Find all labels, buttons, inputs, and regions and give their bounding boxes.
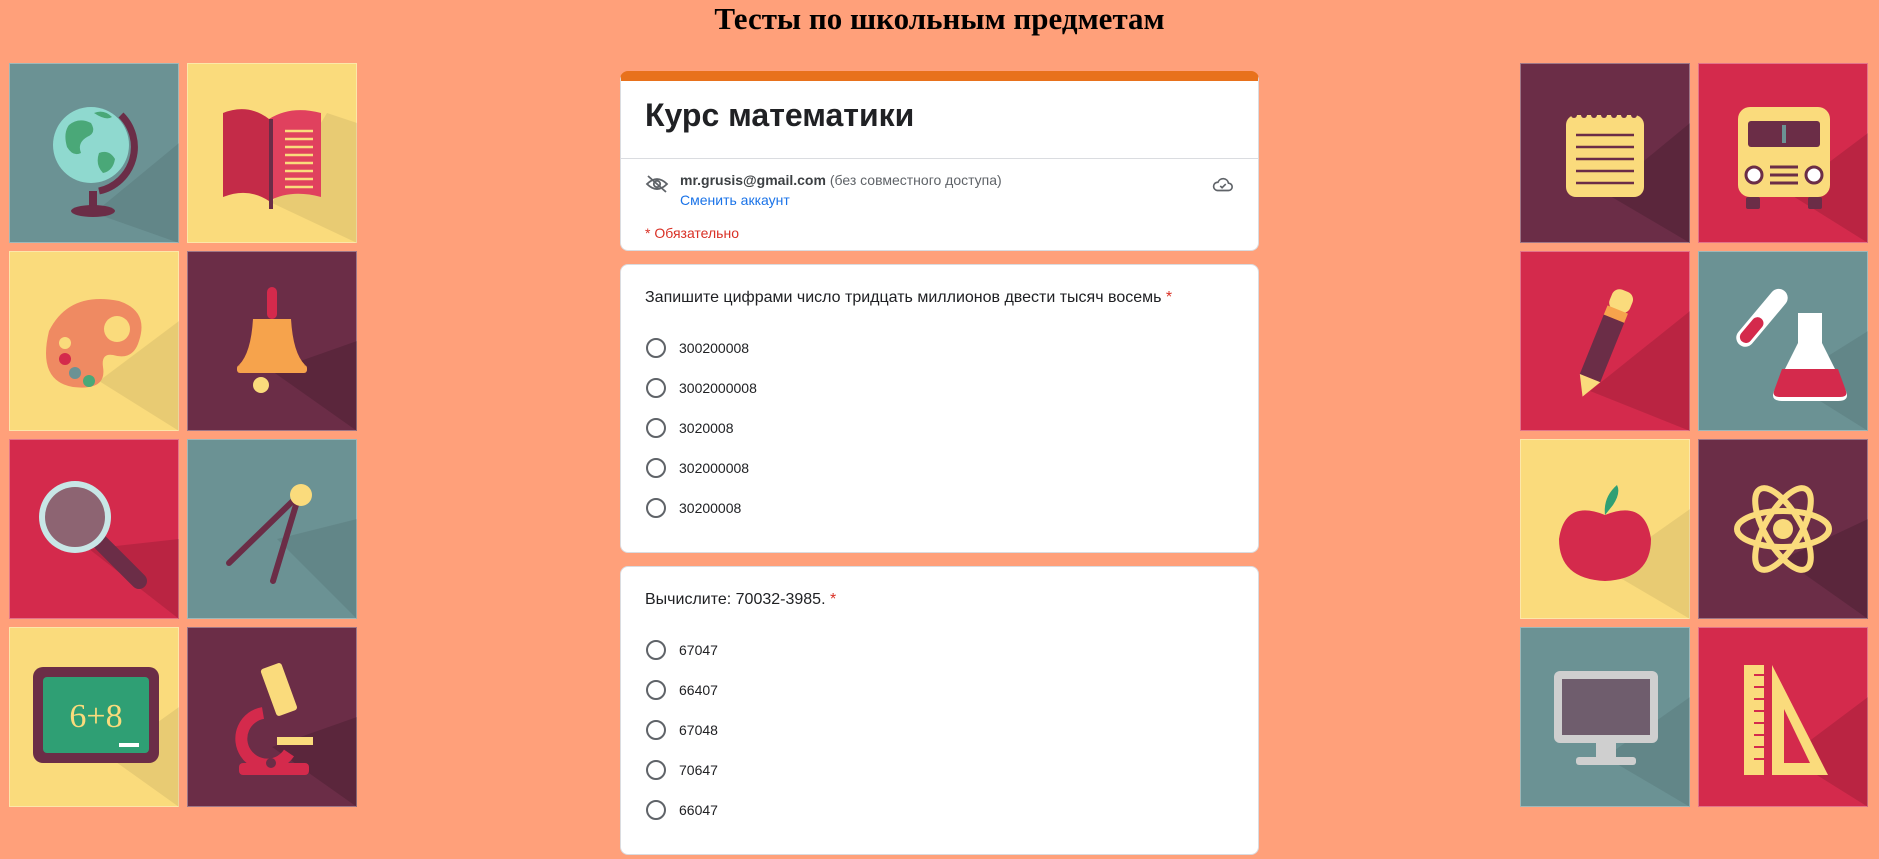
notepad-icon <box>1566 112 1690 243</box>
question-card: Запишите цифрами число тридцать миллионо… <box>620 264 1259 553</box>
radio-button[interactable] <box>646 720 666 740</box>
ruler-tile <box>1698 627 1868 807</box>
radio-button[interactable] <box>646 338 666 358</box>
palette-icon <box>46 299 179 431</box>
radio-option[interactable]: 67047 <box>645 638 718 662</box>
school-bus-icon <box>1738 107 1868 243</box>
apple-icon <box>1559 485 1690 619</box>
radio-option[interactable]: 67048 <box>645 718 718 742</box>
chalkboard-text: 6+8 <box>69 698 122 735</box>
globe-tile <box>9 63 179 243</box>
option-label: 67048 <box>679 722 718 738</box>
account-info: mr.grusis@gmail.com (без совместного дос… <box>680 172 1002 188</box>
pencil-icon <box>1579 289 1690 431</box>
radio-button[interactable] <box>646 418 666 438</box>
radio-button[interactable] <box>646 800 666 820</box>
option-label: 70647 <box>679 762 718 778</box>
account-email: mr.grusis@gmail.com <box>680 172 826 188</box>
microscope-tile <box>187 627 357 807</box>
book-tile <box>187 63 357 243</box>
option-label: 30200008 <box>679 500 742 516</box>
switch-account-link[interactable]: Сменить аккаунт <box>680 192 790 208</box>
option-label: 300200008 <box>679 340 750 356</box>
radio-option[interactable]: 70647 <box>645 758 718 782</box>
radio-button[interactable] <box>646 760 666 780</box>
pencil-tile <box>1520 251 1690 431</box>
bell-tile <box>187 251 357 431</box>
monitor-icon <box>1554 671 1690 807</box>
school-bus-tile <box>1698 63 1868 243</box>
microscope-icon <box>235 663 357 807</box>
option-label: 302000008 <box>679 460 750 476</box>
option-label: 66047 <box>679 802 718 818</box>
radio-option[interactable]: 3020008 <box>645 416 734 440</box>
atom-icon <box>1734 485 1868 619</box>
question-card: Вычислите: 70032-3985. * 67047 66407 670… <box>620 566 1259 855</box>
palette-tile <box>9 251 179 431</box>
monitor-tile <box>1520 627 1690 807</box>
google-form: Курс математики mr.grusis@gmail.com (без… <box>620 71 1259 855</box>
lab-tile <box>1698 251 1868 431</box>
cloud-saved-icon <box>1212 177 1233 192</box>
question-label: Запишите цифрами число тридцать миллионо… <box>645 289 1162 306</box>
apple-tile <box>1520 439 1690 619</box>
radio-button[interactable] <box>646 378 666 398</box>
option-label: 67047 <box>679 642 718 658</box>
notepad-tile <box>1520 63 1690 243</box>
form-title: Курс математики <box>645 97 915 133</box>
compass-icon <box>226 484 357 619</box>
bell-icon <box>237 287 357 431</box>
book-icon <box>223 109 357 243</box>
radio-option[interactable]: 300200008 <box>645 336 749 360</box>
chalkboard-tile: 6+8 <box>9 627 179 807</box>
radio-option[interactable]: 3002000008 <box>645 376 757 400</box>
account-sharing-note: (без совместного доступа) <box>829 172 1002 188</box>
required-note: * Обязательно <box>645 225 739 241</box>
radio-option[interactable]: 30200008 <box>645 496 741 520</box>
test-tube-flask-icon <box>1736 288 1868 431</box>
radio-button[interactable] <box>646 640 666 660</box>
radio-button[interactable] <box>646 458 666 478</box>
required-star: * <box>1165 289 1173 306</box>
eye-off-icon <box>645 175 669 193</box>
radio-option[interactable]: 302000008 <box>645 456 749 480</box>
page-title: Тесты по школьным предметам <box>714 1 1165 36</box>
radio-option[interactable]: 66047 <box>645 798 718 822</box>
option-label: 3020008 <box>679 420 734 436</box>
compass-tile <box>187 439 357 619</box>
atom-tile <box>1698 439 1868 619</box>
option-label: 3002000008 <box>679 380 757 396</box>
magnifier-tile <box>9 439 179 619</box>
question-label: Вычислите: 70032-3985. <box>645 591 826 608</box>
chalkboard-icon: 6+8 <box>33 667 179 807</box>
form-header-card: Курс математики mr.grusis@gmail.com (без… <box>620 71 1259 251</box>
radio-button[interactable] <box>646 498 666 518</box>
ruler-triangle-icon <box>1744 665 1868 807</box>
magnifier-icon <box>39 481 179 619</box>
globe-icon <box>53 107 179 243</box>
radio-button[interactable] <box>646 680 666 700</box>
header-divider <box>621 158 1258 159</box>
question-text: Запишите цифрами число тридцать миллионо… <box>645 289 1172 307</box>
radio-option[interactable]: 66407 <box>645 678 718 702</box>
question-text: Вычислите: 70032-3985. * <box>645 591 836 609</box>
required-star: * <box>829 591 837 608</box>
option-label: 66407 <box>679 682 718 698</box>
